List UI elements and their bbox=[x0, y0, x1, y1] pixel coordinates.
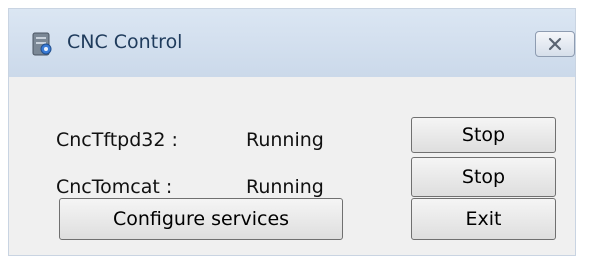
window-title: CNC Control bbox=[67, 31, 183, 53]
close-button[interactable] bbox=[535, 31, 575, 57]
service-name-tomcat: CncTomcat : bbox=[56, 176, 173, 198]
stop-tomcat-button[interactable]: Stop bbox=[411, 157, 556, 197]
configure-services-button[interactable]: Configure services bbox=[59, 198, 343, 240]
server-gear-icon bbox=[29, 31, 55, 57]
service-name-tftpd: CncTftpd32 : bbox=[56, 129, 178, 151]
exit-button[interactable]: Exit bbox=[411, 198, 556, 240]
cnc-control-window: CNC Control CncTftpd32 : Running Stop Cn… bbox=[8, 8, 576, 256]
stop-tftpd-button[interactable]: Stop bbox=[411, 117, 556, 153]
service-status-tomcat: Running bbox=[246, 176, 324, 198]
service-status-tftpd: Running bbox=[246, 129, 324, 151]
title-bar: CNC Control bbox=[9, 9, 575, 77]
content-area: CncTftpd32 : Running Stop CncTomcat : Ru… bbox=[9, 77, 575, 255]
